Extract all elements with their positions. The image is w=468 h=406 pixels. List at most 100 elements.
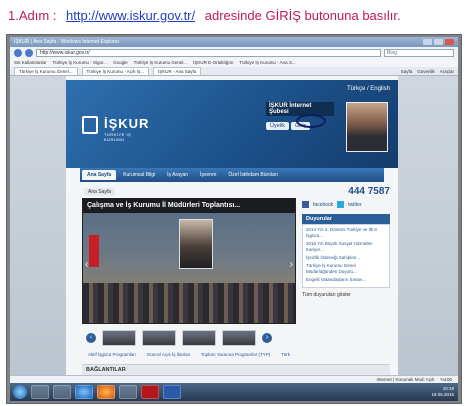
zoom-level[interactable]: %100 bbox=[440, 377, 452, 382]
language-switch[interactable]: Türkçe / English bbox=[347, 86, 390, 92]
iskur-logo[interactable]: İŞKUR TÜRKİYE İŞ KURUMU bbox=[82, 114, 152, 142]
thumbnail[interactable] bbox=[182, 330, 216, 346]
membership-button[interactable]: Üyelik bbox=[266, 122, 289, 130]
browser-tab[interactable]: Türkiye İş Kurumu - Açık İş... bbox=[81, 67, 150, 75]
logo-name: İŞKUR bbox=[104, 116, 150, 131]
internet-branch: İŞKUR İnternet Şubesi Üyelik Giriş bbox=[266, 100, 334, 130]
forward-icon[interactable] bbox=[25, 48, 33, 57]
explorer-icon[interactable] bbox=[31, 385, 49, 399]
address-bar[interactable]: http://www.iskur.gov.tr/ bbox=[36, 48, 381, 57]
portrait-image bbox=[179, 219, 213, 269]
social-links: facebook twitter bbox=[302, 201, 390, 208]
twitter-label[interactable]: twitter bbox=[348, 202, 361, 208]
facebook-label[interactable]: facebook bbox=[313, 202, 333, 208]
instruction-text: adresinde GİRİŞ butonuna basılır. bbox=[204, 8, 401, 23]
slider-caption[interactable]: Çalışma ve İş Kurumu İl Müdürleri Toplan… bbox=[83, 199, 295, 213]
minister-photo bbox=[346, 102, 388, 152]
iskur-site: Türkçe / English İŞKUR TÜRKİYE İŞ KURUMU… bbox=[66, 76, 398, 375]
internet-explorer-icon[interactable] bbox=[75, 385, 93, 399]
announcement-item[interactable]: 2014 Yılı 3. Dönemi Türkiye ve İlk 8 İşg… bbox=[306, 227, 386, 239]
tools-menu[interactable]: Araçlar bbox=[440, 69, 454, 74]
window-titlebar: İŞKUR | Ana Sayfa - Windows Internet Exp… bbox=[10, 37, 458, 47]
all-announcements-link[interactable]: Tüm duyuruları göster bbox=[302, 292, 390, 298]
thumbnail[interactable] bbox=[222, 330, 256, 346]
status-text: Internet | Korumalı Mod: Açık bbox=[376, 377, 435, 382]
thumbnail[interactable] bbox=[142, 330, 176, 346]
back-icon[interactable] bbox=[14, 48, 22, 57]
slider-prev-icon[interactable]: ‹ bbox=[85, 259, 88, 270]
thumb-next-icon[interactable]: › bbox=[262, 333, 272, 343]
maximize-button[interactable] bbox=[434, 39, 443, 45]
announcement-item[interactable]: İşsizlik Ödeneği Sahipleri... bbox=[306, 255, 386, 261]
word-icon[interactable] bbox=[163, 385, 181, 399]
iskur-logo-icon bbox=[82, 116, 98, 134]
tab-strip: Türkiye İş Kurumu Genel... Türkiye İş Ku… bbox=[10, 67, 458, 76]
thumbnail[interactable] bbox=[102, 330, 136, 346]
page: 1.Adım : http://www.iskur.gov.tr/ adresi… bbox=[0, 0, 468, 406]
hotline-number[interactable]: 444 7587 bbox=[302, 186, 390, 197]
twitter-icon[interactable] bbox=[337, 201, 345, 208]
site-header: Türkçe / English İŞKUR TÜRKİYE İŞ KURUMU… bbox=[66, 80, 398, 168]
instruction-url[interactable]: http://www.iskur.gov.tr/ bbox=[66, 8, 195, 23]
close-button[interactable] bbox=[445, 39, 454, 45]
browser-window: İŞKUR | Ana Sayfa - Windows Internet Exp… bbox=[10, 37, 458, 401]
main-menu: Ana Sayfa Kurumsal Bilgi İş Arayan İşver… bbox=[80, 168, 384, 182]
menu-employer[interactable]: İşveren bbox=[195, 170, 221, 180]
media-player-icon[interactable] bbox=[53, 385, 71, 399]
instruction-line: 1.Adım : http://www.iskur.gov.tr/ adresi… bbox=[8, 8, 401, 23]
start-button-icon[interactable] bbox=[13, 385, 27, 399]
menu-home[interactable]: Ana Sayfa bbox=[82, 170, 117, 180]
menu-private-agencies[interactable]: Özel İstihdam Büroları bbox=[223, 170, 282, 180]
firefox-icon[interactable] bbox=[97, 385, 115, 399]
breadcrumb[interactable]: Ana Sayfa bbox=[84, 188, 116, 196]
favorite-link[interactable]: Google bbox=[113, 60, 128, 65]
favorites-button[interactable]: Sık Kullanılanlar bbox=[14, 60, 47, 65]
program-links: Aktif İşgücü Programları Güncel Açık İş … bbox=[82, 352, 296, 357]
flag-image bbox=[89, 235, 99, 267]
favorites-bar: Sık Kullanılanlar Türkiye İş Kurumu - Si… bbox=[10, 58, 458, 67]
thumb-prev-icon[interactable]: ‹ bbox=[86, 333, 96, 343]
program-link[interactable]: Aktif İşgücü Programları bbox=[88, 352, 136, 357]
slider-thumbnails: ‹ › bbox=[82, 328, 296, 348]
announcement-item[interactable]: 2016 Yılı Büyük Sosyal Hizmetler Kariyer… bbox=[306, 241, 386, 253]
favorite-link[interactable]: Türkiye İş Kurumu - Ana S... bbox=[239, 60, 295, 65]
announcement-item[interactable]: Engelli Vatandaşların Sınavı... bbox=[306, 277, 386, 283]
news-photo bbox=[83, 213, 295, 323]
menu-corporate[interactable]: Kurumsal Bilgi bbox=[118, 170, 160, 180]
right-sidebar: 444 7587 facebook twitter Duyurular 2014… bbox=[302, 186, 390, 346]
page-menu[interactable]: Sayfa bbox=[401, 69, 413, 74]
browser-tab-active[interactable]: İŞKUR - Ana Sayfa bbox=[153, 67, 202, 75]
menu-job-seeker[interactable]: İş Arayan bbox=[162, 170, 193, 180]
system-tray: 10:19 18.05.2015 bbox=[431, 386, 458, 398]
announcements-list: 2014 Yılı 3. Dönemi Türkiye ve İlk 8 İşg… bbox=[302, 224, 390, 288]
links-section-heading: BAĞLANTILAR bbox=[82, 364, 390, 375]
instruction-step: 1.Adım : bbox=[8, 8, 57, 23]
web-content: Türkçe / English İŞKUR TÜRKİYE İŞ KURUMU… bbox=[10, 76, 458, 375]
news-slider[interactable]: Çalışma ve İş Kurumu İl Müdürleri Toplan… bbox=[82, 198, 296, 324]
minimize-button[interactable] bbox=[423, 39, 432, 45]
app-icon[interactable] bbox=[119, 385, 137, 399]
pdf-reader-icon[interactable] bbox=[141, 385, 159, 399]
facebook-icon[interactable] bbox=[302, 201, 309, 208]
address-toolbar: http://www.iskur.gov.tr/ Bing bbox=[10, 47, 458, 58]
favorite-link[interactable]: Türkiye İş Kurumu Genel... bbox=[134, 60, 188, 65]
program-link[interactable]: Toplum Yararına Programlar (TYP) bbox=[201, 352, 270, 357]
status-bar: Internet | Korumalı Mod: Açık %100 bbox=[10, 375, 458, 383]
announcements-heading: Duyurular bbox=[302, 214, 390, 224]
monitor-photo: İŞKUR | Ana Sayfa - Windows Internet Exp… bbox=[6, 34, 462, 404]
taskbar: 10:19 18.05.2015 bbox=[10, 383, 458, 401]
search-input[interactable]: Bing bbox=[384, 48, 454, 57]
favorite-link[interactable]: Türkiye İş Kurumu - Sigor... bbox=[53, 60, 108, 65]
program-link[interactable]: Türk bbox=[281, 352, 290, 357]
favorite-link[interactable]: İŞKUR E-Ortaklığım bbox=[193, 60, 233, 65]
clock-date[interactable]: 18.05.2015 bbox=[431, 392, 454, 398]
audience-image bbox=[83, 283, 295, 323]
browser-tab[interactable]: Türkiye İş Kurumu Genel... bbox=[14, 67, 78, 75]
slider-next-icon[interactable]: › bbox=[290, 259, 293, 270]
program-link[interactable]: Güncel Açık İş İlanları bbox=[147, 352, 191, 357]
security-menu[interactable]: Güvenlik bbox=[417, 69, 435, 74]
branch-title: İŞKUR İnternet Şubesi bbox=[266, 102, 334, 116]
announcement-item[interactable]: Türkiye İş Kurumu Genel Müdürlüğünden Du… bbox=[306, 263, 386, 275]
login-highlight-circle bbox=[296, 114, 326, 128]
window-title: İŞKUR | Ana Sayfa - Windows Internet Exp… bbox=[14, 39, 120, 45]
